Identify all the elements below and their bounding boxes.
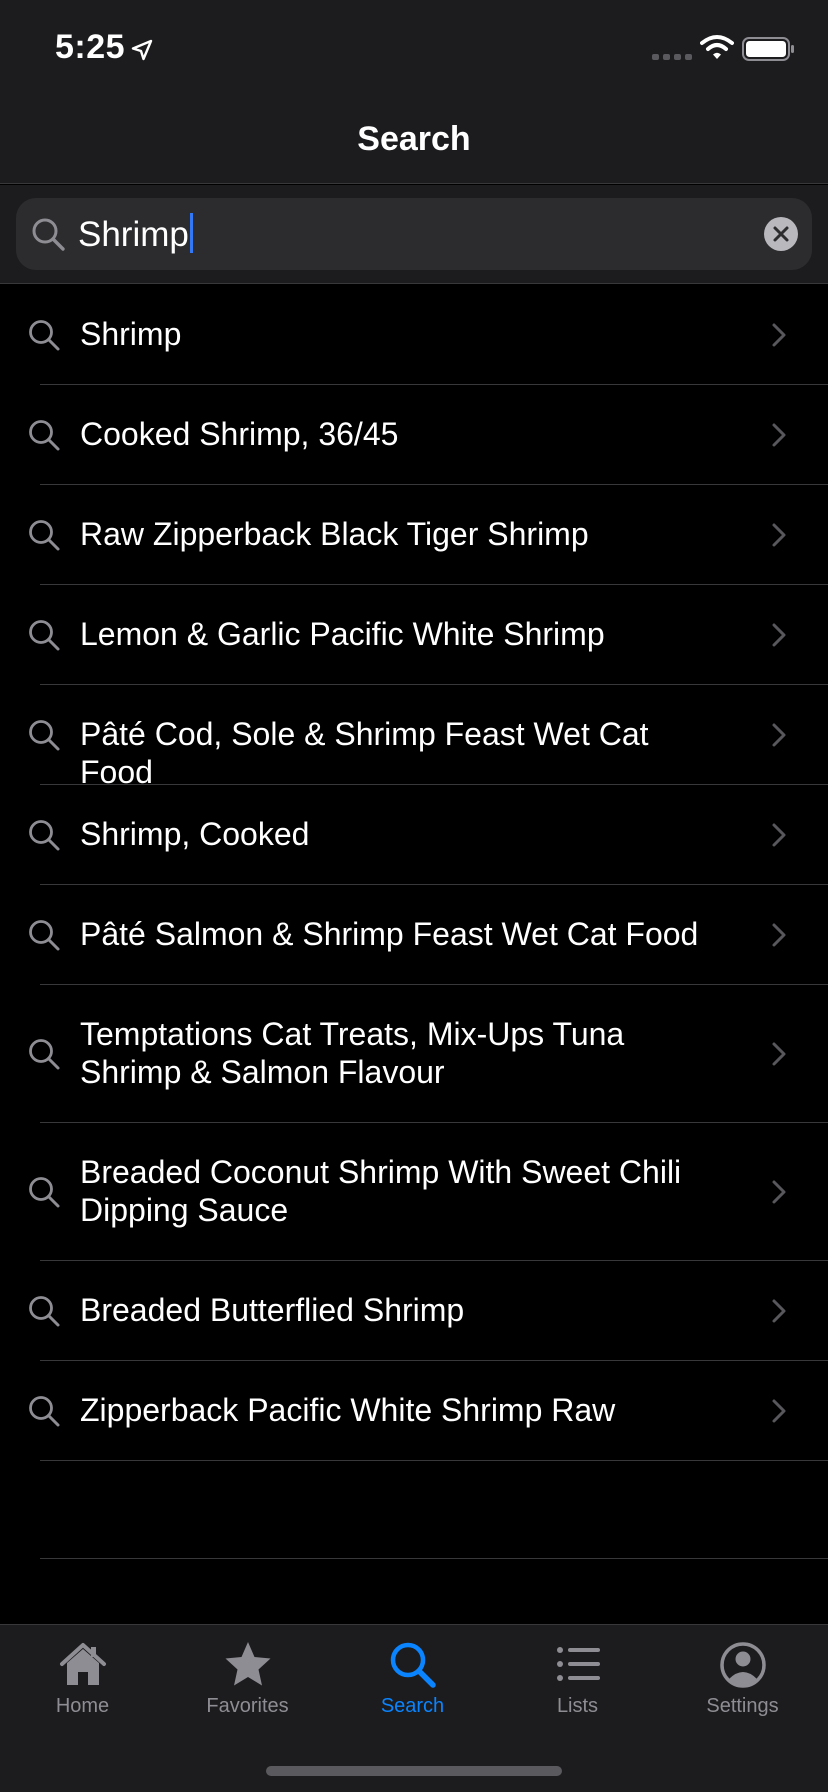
text-cursor	[189, 213, 193, 253]
tab-favorites[interactable]: Favorites	[165, 1639, 330, 1739]
clear-icon	[773, 226, 789, 242]
chevron-right-icon	[772, 623, 786, 647]
result-label: Shrimp	[80, 316, 182, 352]
result-label: Breaded Butterflied Shrimp	[80, 1292, 465, 1328]
status-time: 5:25	[55, 28, 126, 66]
result-label: Breaded Coconut Shrimp With Sweet Chili …	[80, 1154, 682, 1228]
search-results-list: Shrimp Cooked Shrimp, 36/45 Raw Zipperba…	[0, 285, 828, 1461]
chevron-right-icon	[772, 1180, 786, 1204]
chevron-right-icon	[772, 323, 786, 347]
search-result-row[interactable]: Raw Zipperback Black Tiger Shrimp	[0, 485, 828, 585]
navigation-header: 5:25 Search	[0, 0, 828, 184]
chevron-right-icon	[772, 1399, 786, 1423]
result-label: Pâté Salmon & Shrimp Feast Wet Cat Food	[80, 916, 699, 952]
battery-icon	[742, 37, 794, 61]
search-icon	[29, 920, 60, 951]
search-input[interactable]: Shrimp	[16, 198, 812, 270]
search-result-row[interactable]: Pâté Cod, Sole & Shrimp Feast Wet Cat Fo…	[0, 685, 828, 790]
house-icon	[59, 1643, 106, 1685]
tab-label: Favorites	[206, 1695, 289, 1717]
tab-search[interactable]: Search	[330, 1639, 495, 1739]
empty-row-divider	[40, 1558, 828, 1559]
search-icon	[29, 720, 60, 751]
search-result-row[interactable]: Temptations Cat Treats, Mix-Ups Tuna Shr…	[0, 985, 828, 1123]
tab-label: Home	[55, 1695, 110, 1717]
row-divider	[40, 1460, 828, 1461]
tab-label: Search	[380, 1695, 445, 1717]
search-result-row[interactable]: Shrimp	[0, 285, 828, 385]
tab-home[interactable]: Home	[0, 1639, 165, 1739]
chevron-right-icon	[772, 523, 786, 547]
star-icon	[225, 1642, 270, 1686]
chevron-right-icon	[772, 423, 786, 447]
result-label: Raw Zipperback Black Tiger Shrimp	[80, 516, 589, 552]
chevron-right-icon	[772, 823, 786, 847]
search-icon	[29, 620, 60, 651]
search-result-row[interactable]: Breaded Coconut Shrimp With Sweet Chili …	[0, 1123, 828, 1261]
search-result-row[interactable]: Lemon & Garlic Pacific White Shrimp	[0, 585, 828, 685]
tab-lists[interactable]: Lists	[495, 1639, 660, 1739]
chevron-right-icon	[772, 1042, 786, 1066]
person-circle-icon	[719, 1642, 766, 1688]
search-icon	[29, 1396, 60, 1427]
page-title: Search	[357, 120, 471, 158]
tab-label: Lists	[556, 1695, 599, 1717]
search-result-row[interactable]: Shrimp, Cooked	[0, 785, 828, 885]
search-icon	[29, 1177, 60, 1208]
search-result-row[interactable]: Pâté Salmon & Shrimp Feast Wet Cat Food	[0, 885, 828, 985]
tab-bar: Home Favorites Search Lists Settings	[0, 1624, 828, 1792]
clear-search-button[interactable]	[764, 217, 798, 251]
result-label: Cooked Shrimp, 36/45	[80, 416, 399, 452]
search-icon	[390, 1642, 436, 1688]
search-icon	[29, 1296, 60, 1327]
search-icon	[29, 1039, 60, 1070]
search-icon	[29, 420, 60, 451]
tab-settings[interactable]: Settings	[660, 1639, 825, 1739]
result-label: Pâté Cod, Sole & Shrimp Feast Wet Cat Fo…	[80, 716, 649, 790]
search-query-text: Shrimp	[78, 213, 193, 255]
search-icon	[29, 820, 60, 851]
chevron-right-icon	[772, 1299, 786, 1323]
chevron-right-icon	[772, 923, 786, 947]
search-result-row[interactable]: Zipperback Pacific White Shrimp Raw	[0, 1361, 828, 1461]
tab-label: Settings	[706, 1695, 779, 1717]
result-label: Lemon & Garlic Pacific White Shrimp	[80, 616, 605, 652]
status-bar: 5:25	[0, 0, 828, 100]
home-indicator	[266, 1766, 562, 1776]
search-result-row[interactable]: Cooked Shrimp, 36/45	[0, 385, 828, 485]
result-label: Zipperback Pacific White Shrimp Raw	[80, 1392, 616, 1428]
cellular-signal-icon	[652, 54, 692, 60]
location-arrow-icon	[131, 39, 153, 61]
search-icon	[32, 218, 65, 251]
list-icon	[556, 1647, 600, 1681]
search-icon	[29, 520, 60, 551]
search-bar-area: Shrimp	[0, 185, 828, 284]
wifi-icon	[700, 35, 734, 59]
result-label: Shrimp, Cooked	[80, 816, 310, 852]
search-result-row[interactable]: Breaded Butterflied Shrimp	[0, 1261, 828, 1361]
result-label: Temptations Cat Treats, Mix-Ups Tuna Shr…	[80, 1016, 625, 1090]
chevron-right-icon	[772, 723, 786, 747]
search-icon	[29, 320, 60, 351]
